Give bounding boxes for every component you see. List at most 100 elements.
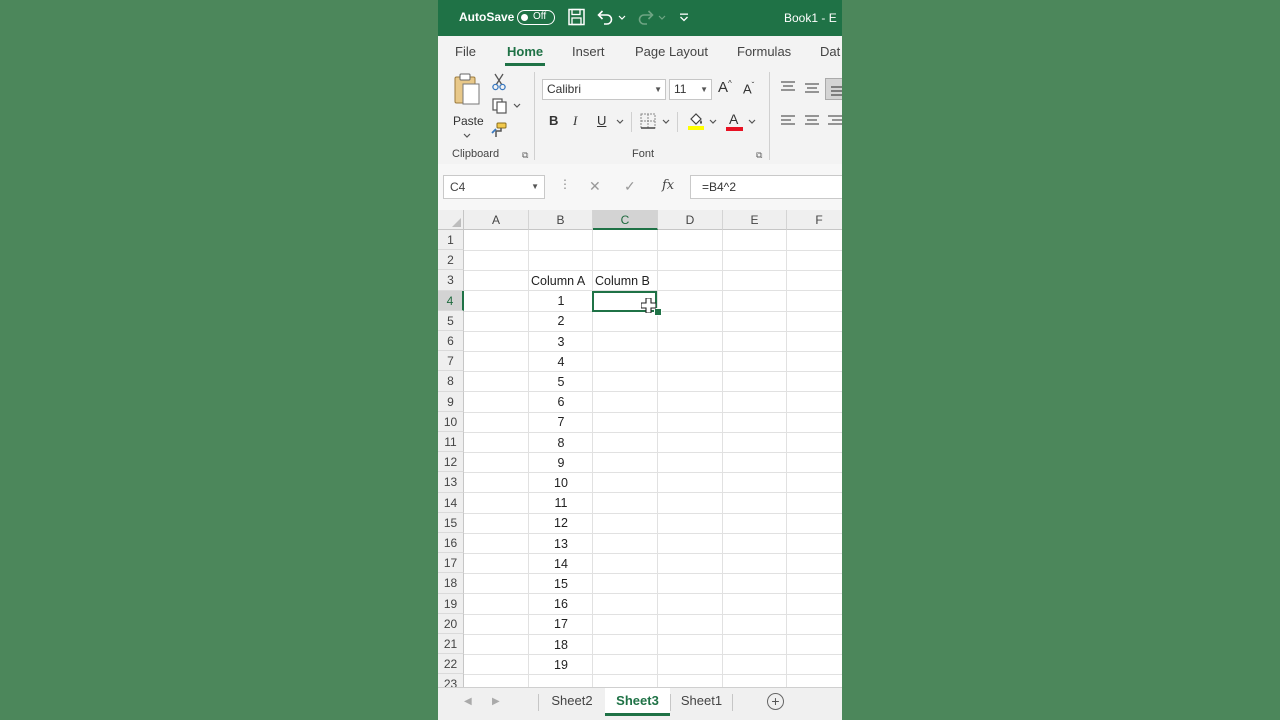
row-header[interactable]: 1 [438,230,464,251]
row-header[interactable]: 19 [438,593,464,614]
autosave-toggle[interactable]: Off [517,10,555,25]
copy-dropdown-icon[interactable] [513,103,521,109]
next-sheet-icon[interactable]: ▶ [492,696,500,707]
cell-b20[interactable]: 17 [529,614,593,634]
font-size-dropdown-icon[interactable]: ▼ [700,80,708,99]
row-header-selected[interactable]: 4 [438,290,464,311]
row-header[interactable]: 16 [438,533,464,554]
cut-icon[interactable] [491,73,507,91]
font-color-button[interactable]: A [726,110,744,132]
column-header-c[interactable]: C [593,210,658,230]
font-color-dropdown-icon[interactable] [748,119,756,125]
undo-icon[interactable] [596,8,614,27]
cell-b18[interactable]: 15 [529,574,593,594]
cell-b7[interactable]: 4 [529,352,593,372]
cell-b4[interactable]: 1 [529,291,593,311]
formula-input[interactable]: =B4^2 [690,175,842,199]
cell-b12[interactable]: 9 [529,453,593,473]
row-header[interactable]: 10 [438,411,464,432]
copy-icon[interactable] [491,97,509,115]
customize-toolbar-icon[interactable] [679,13,689,22]
column-header-a[interactable]: A [464,210,529,230]
cell-b8[interactable]: 5 [529,372,593,392]
clipboard-launcher-icon[interactable]: ⧉ [522,150,528,161]
tab-data[interactable]: Dat [820,44,840,59]
sheet-tab-sheet2[interactable]: Sheet2 [539,688,605,716]
column-header-f[interactable]: F [787,210,842,230]
cell-b14[interactable]: 11 [529,493,593,513]
row-header[interactable]: 22 [438,654,464,675]
add-sheet-button[interactable]: + [767,693,784,710]
formula-bar-grip-icon[interactable]: ⋮ [559,177,571,191]
paste-button[interactable]: Paste [452,72,484,139]
cell-b6[interactable]: 3 [529,332,593,352]
tab-insert[interactable]: Insert [572,44,605,59]
row-header[interactable]: 11 [438,432,464,453]
sheet-tab-sheet3[interactable]: Sheet3 [605,688,670,716]
row-header[interactable]: 2 [438,250,464,271]
align-right-icon[interactable] [828,114,842,128]
select-all-button[interactable] [438,210,464,230]
name-box[interactable]: C4 ▼ [443,175,545,199]
redo-icon[interactable] [637,8,655,27]
align-left-icon[interactable] [780,114,796,128]
tab-file[interactable]: File [455,44,476,59]
align-center-icon[interactable] [804,114,820,128]
align-top-icon[interactable] [780,80,796,94]
italic-button[interactable]: I [573,113,577,129]
confirm-entry-button[interactable]: ✓ [624,178,636,195]
save-icon[interactable] [568,8,585,27]
font-name-combo[interactable]: Calibri ▼ [542,79,666,100]
paste-dropdown-icon[interactable] [463,133,471,139]
redo-dropdown-icon[interactable] [658,15,666,21]
font-size-combo[interactable]: 11 ▼ [669,79,712,100]
borders-icon[interactable] [640,113,656,129]
cell-b13[interactable]: 10 [529,473,593,493]
fill-color-dropdown-icon[interactable] [709,119,717,125]
fill-color-icon[interactable] [687,111,705,131]
row-header[interactable]: 6 [438,331,464,352]
column-header-d[interactable]: D [658,210,723,230]
tab-page-layout[interactable]: Page Layout [635,44,708,59]
cell-b17[interactable]: 14 [529,554,593,574]
row-header[interactable]: 7 [438,351,464,372]
underline-dropdown-icon[interactable] [616,119,624,125]
row-header[interactable]: 18 [438,573,464,594]
decrease-font-size-button[interactable]: Aˇ [743,81,754,96]
column-header-b[interactable]: B [529,210,593,230]
cell-b10[interactable]: 7 [529,412,593,432]
tab-formulas[interactable]: Formulas [737,44,791,59]
undo-dropdown-icon[interactable] [618,15,626,21]
format-painter-icon[interactable] [490,121,508,139]
increase-font-size-button[interactable]: A^ [718,79,732,96]
worksheet-grid[interactable]: A B C D E F 1 2 3 4 5 6 7 8 9 10 11 12 1… [438,210,842,687]
cell-b21[interactable]: 18 [529,635,593,655]
row-header[interactable]: 3 [438,270,464,291]
cancel-entry-button[interactable]: ✕ [589,178,601,195]
sheet-tab-sheet1[interactable]: Sheet1 [671,688,732,716]
borders-dropdown-icon[interactable] [662,119,670,125]
row-header[interactable]: 20 [438,613,464,634]
name-box-dropdown-icon[interactable]: ▼ [531,176,539,198]
column-header-e[interactable]: E [723,210,787,230]
tab-home[interactable]: Home [507,44,543,59]
row-header[interactable]: 5 [438,310,464,331]
row-header[interactable]: 9 [438,391,464,412]
cell-b19[interactable]: 16 [529,594,593,614]
bold-button[interactable]: B [549,113,558,128]
row-header[interactable]: 23 [438,674,464,687]
prev-sheet-icon[interactable]: ◀ [464,696,472,707]
row-header[interactable]: 14 [438,492,464,513]
cell-b22[interactable]: 19 [529,655,593,675]
cell-b9[interactable]: 6 [529,392,593,412]
align-middle-icon[interactable] [804,82,820,96]
align-bottom-button[interactable] [825,78,842,100]
cell-c3[interactable]: Column B [593,271,659,291]
cell-b15[interactable]: 12 [529,513,593,533]
row-header[interactable]: 21 [438,634,464,655]
row-header[interactable]: 13 [438,472,464,493]
row-header[interactable]: 17 [438,553,464,574]
cell-b11[interactable]: 8 [529,433,593,453]
cell-b3[interactable]: Column A [529,271,595,291]
cell-b16[interactable]: 13 [529,534,593,554]
